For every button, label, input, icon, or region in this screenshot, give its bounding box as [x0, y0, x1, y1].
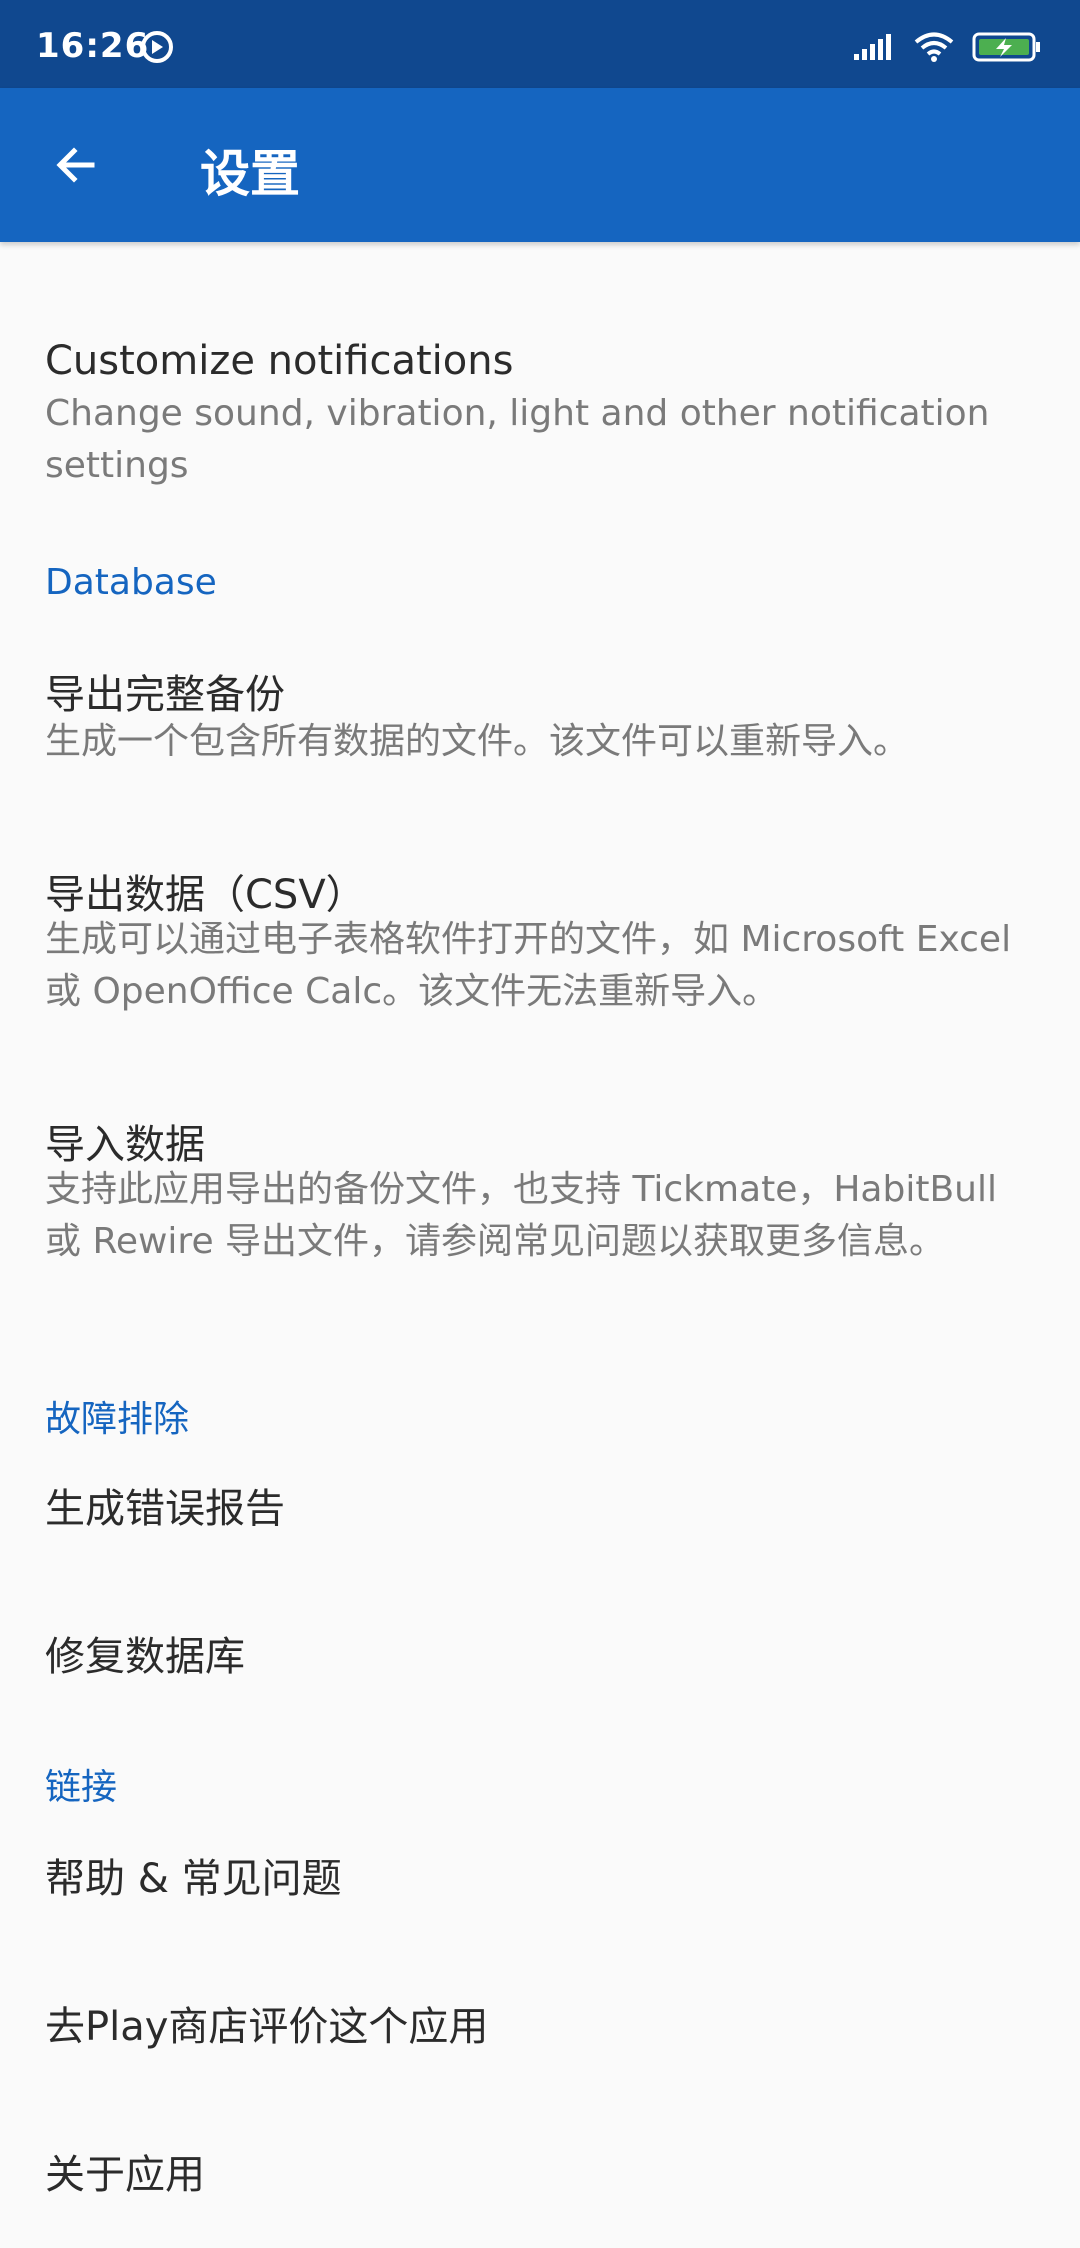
- pref-generate-bug-report[interactable]: 生成错误报告: [0, 1476, 1080, 1546]
- pref-summary: 支持此应用导出的备份文件，也支持 Tickmate，HabitBull 或 Re…: [45, 1169, 997, 1262]
- pref-title: Customize notifications: [45, 338, 514, 384]
- pref-rate-play-store[interactable]: 去Play商店评价这个应用: [0, 1994, 1080, 2064]
- back-button[interactable]: [36, 125, 116, 205]
- category-database: Database: [45, 562, 217, 603]
- status-bar: 16:26: [0, 0, 1080, 88]
- category-links: 链接: [45, 1767, 118, 1808]
- pref-title: 生成错误报告: [45, 1486, 285, 1532]
- category-troubleshooting: 故障排除: [45, 1399, 190, 1440]
- pref-help-faq[interactable]: 帮助 & 常见问题: [0, 1846, 1080, 1916]
- pref-repair-database[interactable]: 修复数据库: [0, 1624, 1080, 1694]
- wifi-icon: [914, 32, 954, 62]
- pref-import-data[interactable]: 导入数据 支持此应用导出的备份文件，也支持 Tickmate，HabitBull…: [0, 1112, 1080, 1332]
- pref-customize-notifications[interactable]: Customize notifications Change sound, vi…: [0, 338, 1080, 518]
- do-not-disturb-icon: [141, 31, 173, 63]
- pref-title: 导出数据（CSV）: [45, 872, 366, 918]
- pref-title: 导入数据: [45, 1122, 205, 1168]
- pref-export-csv[interactable]: 导出数据（CSV） 生成可以通过电子表格软件打开的文件，如 Microsoft …: [0, 862, 1080, 1032]
- pref-summary: 生成可以通过电子表格软件打开的文件，如 Microsoft Excel 或 Op…: [45, 919, 1012, 1012]
- pref-title: 关于应用: [45, 2152, 205, 2198]
- pref-title: 修复数据库: [45, 1634, 245, 1680]
- arrow-left-icon: [56, 147, 95, 183]
- pref-title: 去Play商店评价这个应用: [45, 2004, 489, 2050]
- pref-summary: Change sound, vibration, light and other…: [45, 393, 990, 486]
- pref-export-backup[interactable]: 导出完整备份 生成一个包含所有数据的文件。该文件可以重新导入。: [0, 662, 1080, 782]
- status-icons: [852, 30, 1042, 64]
- pref-title: 帮助 & 常见问题: [45, 1856, 342, 1902]
- signal-icon: [854, 34, 891, 60]
- pref-summary: 生成一个包含所有数据的文件。该文件可以重新导入。: [45, 721, 910, 762]
- page-title: 设置: [200, 145, 300, 203]
- app-bar: 设置: [0, 88, 1080, 242]
- battery-charging-icon: [972, 32, 1040, 62]
- pref-title: 导出完整备份: [45, 672, 285, 718]
- status-time: 16:26: [36, 26, 150, 66]
- pref-about[interactable]: 关于应用: [0, 2142, 1080, 2212]
